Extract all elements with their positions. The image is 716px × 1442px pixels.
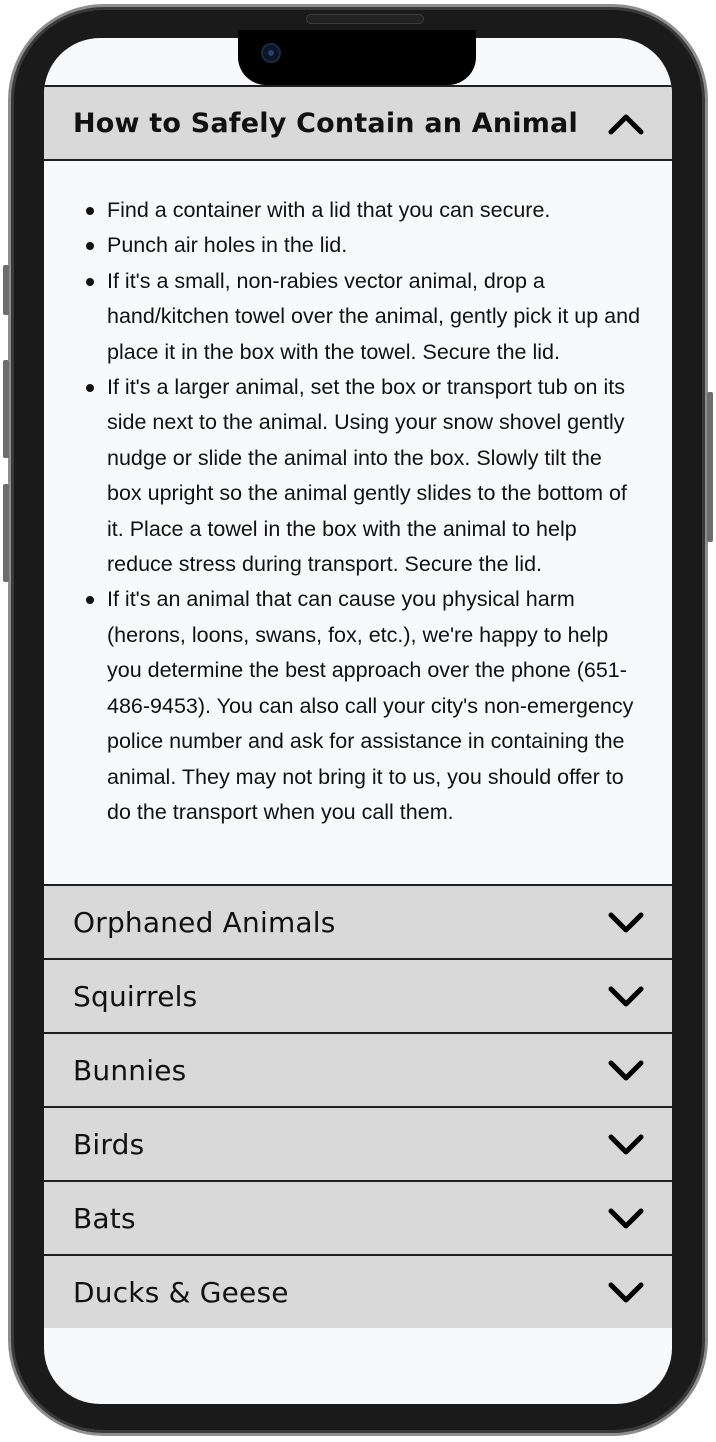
accordion-header-bunnies[interactable]: Bunnies bbox=[44, 1032, 672, 1107]
accordion-title: Bats bbox=[73, 1201, 136, 1235]
volume-down-button bbox=[3, 484, 9, 582]
list-item: Punch air holes in the lid. bbox=[84, 228, 642, 263]
silent-switch bbox=[3, 265, 9, 315]
chevron-down-icon[interactable] bbox=[608, 904, 644, 940]
accordion: How to Safely Contain an Animal Find a c… bbox=[44, 85, 672, 1329]
list-item: If it's a small, non-rabies vector anima… bbox=[84, 264, 642, 370]
screen: How to Safely Contain an Animal Find a c… bbox=[44, 38, 672, 1404]
accordion-title: Ducks & Geese bbox=[73, 1275, 289, 1309]
accordion-title: Squirrels bbox=[73, 979, 198, 1013]
accordion-header-bats[interactable]: Bats bbox=[44, 1180, 672, 1255]
earpiece-speaker bbox=[306, 14, 424, 24]
list-item: Find a container with a lid that you can… bbox=[84, 193, 642, 228]
accordion-title: Orphaned Animals bbox=[73, 905, 336, 939]
power-button bbox=[707, 392, 713, 542]
chevron-down-icon[interactable] bbox=[608, 1200, 644, 1236]
accordion-header-contain-animal[interactable]: How to Safely Contain an Animal bbox=[44, 85, 672, 159]
accordion-body-contain-animal: Find a container with a lid that you can… bbox=[44, 159, 672, 885]
chevron-up-icon[interactable] bbox=[608, 105, 644, 141]
list-item: If it's an animal that can cause you phy… bbox=[84, 582, 642, 830]
chevron-down-icon[interactable] bbox=[608, 1126, 644, 1162]
accordion-header-birds[interactable]: Birds bbox=[44, 1106, 672, 1181]
list-item: If it's a larger animal, set the box or … bbox=[84, 370, 642, 582]
accordion-title: Birds bbox=[73, 1127, 145, 1161]
accordion-header-orphaned-animals[interactable]: Orphaned Animals bbox=[44, 884, 672, 959]
chevron-down-icon[interactable] bbox=[608, 978, 644, 1014]
instruction-list: Find a container with a lid that you can… bbox=[84, 193, 642, 830]
accordion-title: Bunnies bbox=[73, 1053, 187, 1087]
front-camera bbox=[261, 43, 281, 63]
accordion-header-ducks-geese[interactable]: Ducks & Geese bbox=[44, 1254, 672, 1329]
accordion-title: How to Safely Contain an Animal bbox=[73, 107, 578, 139]
volume-up-button bbox=[3, 360, 9, 458]
accordion-header-squirrels[interactable]: Squirrels bbox=[44, 958, 672, 1033]
chevron-down-icon[interactable] bbox=[608, 1274, 644, 1310]
chevron-down-icon[interactable] bbox=[608, 1052, 644, 1088]
